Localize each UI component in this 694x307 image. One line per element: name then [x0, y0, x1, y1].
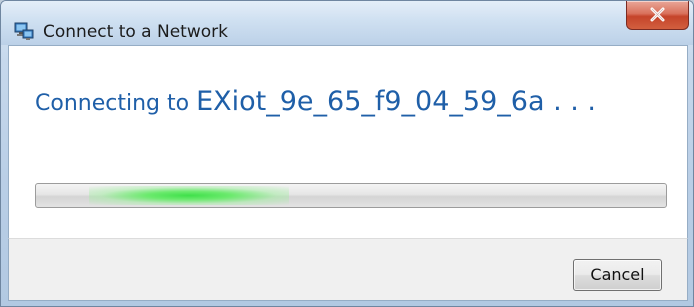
window-title: Connect to a Network: [43, 22, 228, 42]
dialog-content: Connecting to EXiot_9e_65_f9_04_59_6a . …: [8, 45, 688, 239]
progress-glow: [89, 186, 289, 205]
close-button[interactable]: [626, 1, 689, 30]
connecting-status: Connecting to EXiot_9e_65_f9_04_59_6a . …: [35, 86, 596, 117]
connection-progress-bar: [35, 183, 667, 208]
network-icon: [14, 21, 34, 41]
connecting-prefix: Connecting to: [35, 91, 197, 116]
network-name: EXiot_9e_65_f9_04_59_6a . . .: [196, 86, 596, 117]
connect-dialog: Connect to a Network Connecting to EXiot…: [0, 0, 694, 307]
title-bar[interactable]: Connect to a Network: [1, 1, 693, 45]
dialog-footer: Cancel: [8, 238, 688, 301]
cancel-button[interactable]: Cancel: [573, 259, 662, 291]
